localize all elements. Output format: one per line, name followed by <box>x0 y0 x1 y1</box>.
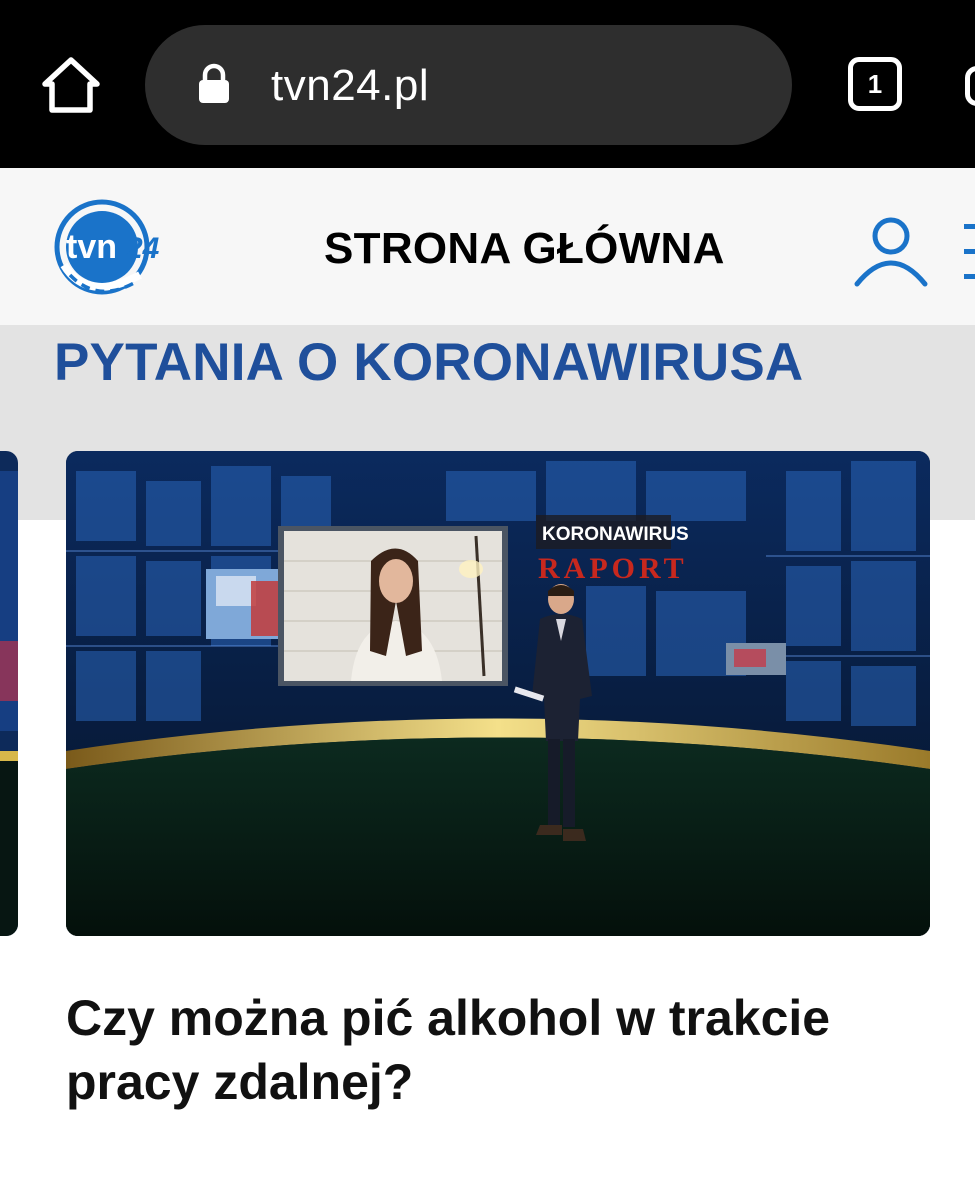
url-text: tvn24.pl <box>271 61 430 110</box>
home-icon[interactable] <box>40 54 102 116</box>
article-title[interactable]: Czy można pić alkohol w trakcie pracy zd… <box>66 986 846 1114</box>
tvn24-logo-graphic: tvn 24 <box>54 199 160 295</box>
browser-toolbar: tvn24.pl 1 <box>0 0 975 168</box>
page-title[interactable]: STRONA GŁÓWNA <box>324 224 725 274</box>
tab-switcher-button[interactable]: 1 <box>848 57 902 111</box>
svg-text:tvn: tvn <box>66 228 117 266</box>
svg-text:24: 24 <box>125 232 160 265</box>
section-title[interactable]: PYTANIA O KORONAWIRUSA <box>54 332 803 394</box>
article-image[interactable]: KORONAWIRUS RAPORT <box>66 451 930 936</box>
hamburger-icon[interactable] <box>960 220 975 284</box>
tvn24-logo[interactable]: tvn 24 <box>52 195 170 305</box>
user-icon[interactable] <box>852 214 930 288</box>
previous-article-card[interactable] <box>0 451 18 936</box>
studio-scene: KORONAWIRUS RAPORT <box>66 451 930 936</box>
browser-menu-icon[interactable] <box>965 66 975 106</box>
studio-sign-line1: KORONAWIRUS <box>542 524 689 545</box>
lock-icon <box>197 63 231 105</box>
address-bar[interactable]: tvn24.pl <box>145 25 792 145</box>
site-header: tvn 24 STRONA GŁÓWNA <box>0 168 975 325</box>
studio-sign-line2: RAPORT <box>538 552 688 585</box>
tab-count: 1 <box>867 68 883 99</box>
